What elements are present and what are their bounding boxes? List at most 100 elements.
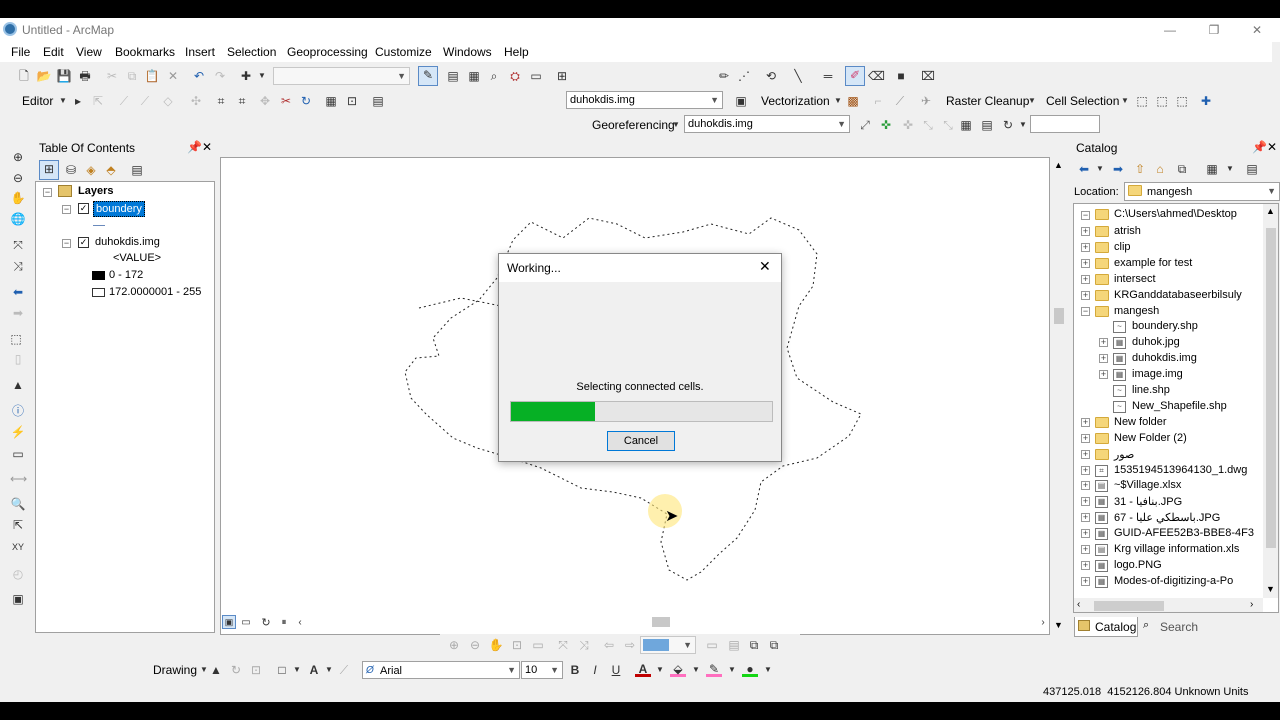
catalog-item[interactable]: duhokdis.img — [1132, 352, 1197, 364]
change-layout-icon[interactable]: ⧉ — [746, 637, 762, 653]
html-popup-icon[interactable]: ▭ — [10, 446, 26, 462]
drawing-menu[interactable]: Drawing — [153, 663, 197, 677]
up-level-icon[interactable]: ⇧ — [1132, 161, 1148, 177]
catalog-item[interactable]: 1535194513964130_1.dwg — [1114, 464, 1247, 476]
editor-toolbar-icon[interactable]: ✎ — [418, 66, 438, 86]
fixed-zoom-in-layout-icon[interactable]: ⤧ — [555, 637, 571, 653]
add-data-icon[interactable]: ✚ — [238, 68, 254, 84]
find-icon[interactable]: 🔍 — [10, 496, 26, 512]
cut-polygon-icon[interactable]: ✂ — [278, 93, 294, 109]
vectorization-settings-icon[interactable]: ▣ — [733, 93, 749, 109]
sketch-properties-icon[interactable]: ⊡ — [344, 93, 360, 109]
text-dropdown-icon[interactable]: ▼ — [321, 662, 337, 678]
horizontal-scroll-thumb[interactable] — [652, 617, 670, 627]
zoom-whole-page-icon[interactable]: ⊡ — [509, 637, 525, 653]
raster-snapping-icon[interactable]: ⌐ — [870, 93, 886, 109]
expand-icon[interactable]: + — [1081, 433, 1090, 443]
marker-color-dropdown-icon[interactable]: ▼ — [760, 662, 776, 678]
rotate-georef-icon[interactable]: ⤢ — [857, 117, 873, 133]
collapse-icon[interactable]: − — [43, 188, 52, 197]
zoom-100-icon[interactable]: ▭ — [530, 637, 546, 653]
zoom-out-layout-icon[interactable]: ⊖ — [467, 637, 483, 653]
text-icon[interactable]: A — [306, 662, 322, 678]
split-tool-icon[interactable]: ✣ — [188, 93, 204, 109]
back-dropdown-icon[interactable]: ▼ — [1092, 161, 1108, 177]
collapse-icon[interactable]: − — [1081, 211, 1090, 220]
menu-geoprocessing[interactable]: Geoprocessing — [287, 45, 368, 59]
refresh-icon[interactable]: ↻ — [1000, 117, 1016, 133]
edit-tool-icon[interactable]: ▸ — [70, 93, 86, 109]
close-window-button[interactable]: ✕ — [1242, 21, 1272, 39]
map-scale-combo[interactable]: ▼ — [273, 67, 410, 85]
select-element-icon[interactable]: ▲ — [208, 662, 224, 678]
expand-icon[interactable]: + — [1081, 465, 1090, 475]
legend-swatch-black[interactable] — [92, 271, 105, 280]
new-document-icon[interactable]: 🗋 — [16, 68, 32, 84]
collapse-icon[interactable]: − — [1081, 306, 1090, 316]
hyperlink-icon[interactable]: ⚡ — [10, 424, 26, 440]
construction-icon[interactable]: ◇ — [160, 93, 176, 109]
pan-layout-icon[interactable]: ✋ — [488, 637, 504, 653]
scroll-thumb[interactable] — [1094, 601, 1164, 611]
expand-icon[interactable]: + — [1081, 497, 1090, 507]
attributes-icon[interactable]: ▦ — [323, 93, 339, 109]
select-connected-cells-icon[interactable]: ⬚ — [1134, 93, 1150, 109]
open-icon[interactable]: 📂 — [36, 68, 52, 84]
fixed-zoom-in-icon[interactable]: ⤧ — [10, 237, 26, 253]
line-style-icon[interactable]: ═ — [820, 68, 836, 84]
trace-icon[interactable]: ⟋ — [137, 93, 153, 109]
tab-catalog[interactable]: Catalog — [1074, 617, 1138, 637]
save-icon[interactable]: 💾 — [56, 68, 72, 84]
catalog-item[interactable]: 67 - باسطكي عليا.JPG — [1114, 511, 1220, 524]
menu-windows[interactable]: Windows — [443, 45, 492, 59]
catalog-item[interactable]: GUID-AFEE52B3-BBE8-4F3 — [1114, 527, 1254, 539]
rectangle-icon[interactable]: □ — [274, 662, 290, 678]
font-size-combo[interactable]: 10 ▼ — [521, 661, 563, 679]
raster-cleanup-dropdown-icon[interactable]: ▼ — [1024, 93, 1040, 109]
scale-icon[interactable]: ⤡ — [920, 117, 936, 133]
georeferencing-dropdown-icon[interactable]: ▼ — [668, 117, 684, 133]
georeferencing-menu[interactable]: Georeferencing — [592, 118, 675, 132]
dialog-close-icon[interactable]: ✕ — [759, 258, 771, 275]
list-by-visibility-icon[interactable]: ◈ — [83, 162, 99, 178]
rotate-element-icon[interactable]: ↻ — [228, 662, 244, 678]
vectorization-dropdown-icon[interactable]: ▼ — [830, 93, 846, 109]
menu-selection[interactable]: Selection — [227, 45, 276, 59]
identify-icon[interactable]: ⓘ — [10, 403, 26, 419]
scroll-thumb[interactable] — [1054, 308, 1064, 324]
layout-view-icon[interactable]: ▭ — [238, 615, 254, 631]
scroll-up-icon[interactable]: ▲ — [1266, 206, 1275, 216]
create-features-icon[interactable]: ▤ — [370, 93, 386, 109]
collapse-icon[interactable]: − — [62, 239, 71, 248]
layout-zoom-combo[interactable]: ▼ — [640, 636, 696, 654]
expand-icon[interactable]: + — [1081, 560, 1090, 570]
time-slider-icon[interactable]: ◴ — [10, 566, 26, 582]
catalog-item[interactable]: example for test — [1114, 257, 1192, 269]
menu-file[interactable]: File — [11, 45, 30, 59]
georef-transparency-field[interactable] — [1030, 115, 1100, 133]
interactive-select-icon[interactable]: ⬚ — [1154, 93, 1170, 109]
views-dropdown-icon[interactable]: ▼ — [1222, 161, 1238, 177]
shift-icon[interactable]: ✜ — [900, 117, 916, 133]
data-view-icon[interactable]: ▣ — [222, 615, 236, 629]
erase-icon[interactable]: ⌫ — [868, 68, 885, 84]
font-color-icon[interactable]: A — [635, 661, 651, 677]
refresh-dropdown-icon[interactable]: ▼ — [1015, 117, 1031, 133]
add-data-dropdown-icon[interactable]: ▼ — [254, 68, 270, 84]
marker-color-icon[interactable]: ● — [742, 661, 758, 677]
expand-icon[interactable]: + — [1099, 338, 1108, 348]
layer2-visibility-checkbox[interactable]: ✓ — [78, 237, 89, 248]
tab-search[interactable]: ⌕ Search — [1140, 617, 1200, 637]
data-driven-pages-icon[interactable]: ⧉ — [766, 637, 782, 653]
sketch-icon[interactable]: ✏ — [716, 68, 732, 84]
straight-segment-icon[interactable]: ⟋ — [116, 93, 132, 109]
catalog-item[interactable]: New_Shapefile.shp — [1132, 400, 1227, 412]
catalog-item[interactable]: atrish — [1114, 225, 1141, 237]
reshape-icon[interactable]: ⌗ — [234, 93, 250, 109]
catalog-item[interactable]: Krg village information.xls — [1114, 543, 1239, 555]
editor-dropdown-icon[interactable]: ▼ — [55, 93, 71, 109]
catalog-item[interactable]: New Folder (2) — [1114, 432, 1187, 444]
catalog-vertical-scrollbar[interactable]: ▲ ▼ — [1263, 204, 1278, 598]
expand-icon[interactable]: + — [1081, 529, 1090, 539]
raster-cleanup-menu[interactable]: Raster Cleanup — [946, 94, 1029, 108]
